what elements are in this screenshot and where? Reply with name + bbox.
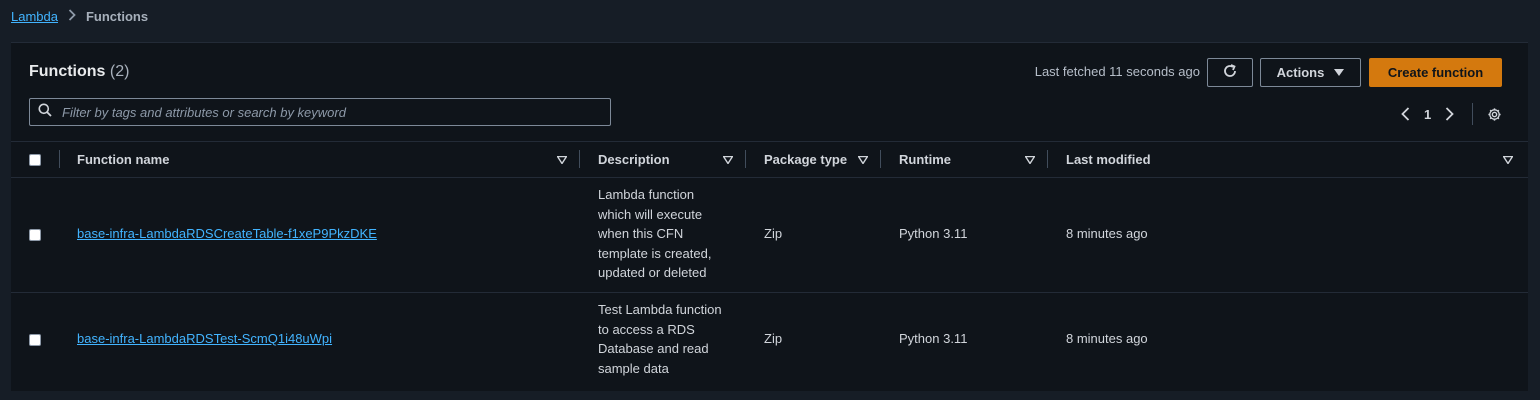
header-description[interactable]: Description xyxy=(598,142,670,177)
column-divider xyxy=(745,150,746,168)
row-select-cell xyxy=(29,334,41,346)
description-line: sample data xyxy=(598,360,669,376)
sort-icon[interactable] xyxy=(557,142,567,177)
sort-icon[interactable] xyxy=(1503,142,1513,177)
runtime-cell: Python 3.11 xyxy=(899,226,968,241)
functions-table: Function name Description Package type R… xyxy=(11,141,1528,389)
column-divider xyxy=(579,150,580,168)
column-divider xyxy=(59,150,60,168)
header-last-modified[interactable]: Last modified xyxy=(1066,142,1151,177)
chevron-right-icon xyxy=(68,9,76,24)
function-name-link[interactable]: base-infra-LambdaRDSCreateTable-f1xeP9Pk… xyxy=(77,226,377,241)
last-modified-cell: 8 minutes ago xyxy=(1066,226,1148,241)
create-function-button[interactable]: Create function xyxy=(1369,58,1502,87)
runtime-cell: Python 3.11 xyxy=(899,331,968,346)
function-name-cell: base-infra-LambdaRDSCreateTable-f1xeP9Pk… xyxy=(77,226,377,241)
description-line: to access a RDS xyxy=(598,321,695,337)
column-divider xyxy=(880,150,881,168)
chevron-right-icon[interactable] xyxy=(1445,107,1455,121)
refresh-button[interactable] xyxy=(1207,58,1253,87)
column-divider xyxy=(1047,150,1048,168)
search-icon xyxy=(38,103,52,122)
description-line: Lambda function xyxy=(598,187,695,202)
actions-dropdown-button[interactable]: Actions xyxy=(1260,58,1361,87)
caret-down-icon xyxy=(1334,65,1345,80)
pagination: 1 xyxy=(1401,103,1502,125)
functions-count: (2) xyxy=(109,63,130,80)
select-all-cell xyxy=(29,142,41,177)
sort-icon[interactable] xyxy=(723,142,733,177)
last-fetched-text: Last fetched 11 seconds ago xyxy=(1034,64,1200,79)
description-line: Database and read xyxy=(598,341,709,357)
description-cell: Lambda function which will execute when … xyxy=(598,185,711,283)
pager-divider xyxy=(1472,103,1474,125)
sort-icon[interactable] xyxy=(1025,142,1035,177)
description-line: updated or deleted xyxy=(598,265,707,281)
description-line: template is created, xyxy=(598,245,712,261)
sort-icon[interactable] xyxy=(858,142,868,177)
functions-title: Functions xyxy=(29,63,106,80)
package-type-cell: Zip xyxy=(764,226,783,241)
header-function-name[interactable]: Function name xyxy=(77,142,169,177)
gear-icon[interactable] xyxy=(1487,107,1502,122)
description-line: which will execute xyxy=(598,206,703,222)
actions-label: Actions xyxy=(1276,65,1325,80)
breadcrumb: Lambda Functions xyxy=(11,9,148,24)
search-input[interactable] xyxy=(60,103,610,121)
table-row[interactable]: base-infra-LambdaRDSTest-ScmQ1i48uWpi Te… xyxy=(11,293,1528,389)
search-field[interactable] xyxy=(29,98,611,126)
functions-panel: Functions (2) Last fetched 11 seconds ag… xyxy=(11,42,1528,391)
table-header: Function name Description Package type R… xyxy=(11,141,1528,178)
package-type-cell: Zip xyxy=(764,331,783,346)
select-all-checkbox[interactable] xyxy=(29,153,41,166)
page-number[interactable]: 1 xyxy=(1424,107,1431,122)
table-row[interactable]: base-infra-LambdaRDSCreateTable-f1xeP9Pk… xyxy=(11,178,1528,293)
description-cell: Test Lambda function to access a RDS Dat… xyxy=(598,300,722,378)
header-package-type[interactable]: Package type xyxy=(764,142,847,177)
refresh-icon xyxy=(1222,63,1238,82)
page-title: Functions (2) xyxy=(29,63,129,81)
function-name-link[interactable]: base-infra-LambdaRDSTest-ScmQ1i48uWpi xyxy=(77,331,332,346)
row-select-cell xyxy=(29,229,41,241)
last-modified-cell: 8 minutes ago xyxy=(1066,331,1148,346)
breadcrumb-lambda-link[interactable]: Lambda xyxy=(11,9,58,24)
row-checkbox[interactable] xyxy=(29,334,41,346)
row-checkbox[interactable] xyxy=(29,229,41,241)
chevron-left-icon[interactable] xyxy=(1401,107,1410,121)
header-runtime[interactable]: Runtime xyxy=(899,142,951,177)
description-line: Test Lambda function xyxy=(598,302,722,317)
breadcrumb-current: Functions xyxy=(85,9,149,24)
function-name-cell: base-infra-LambdaRDSTest-ScmQ1i48uWpi xyxy=(77,331,332,346)
description-line: when this CFN xyxy=(598,226,684,242)
